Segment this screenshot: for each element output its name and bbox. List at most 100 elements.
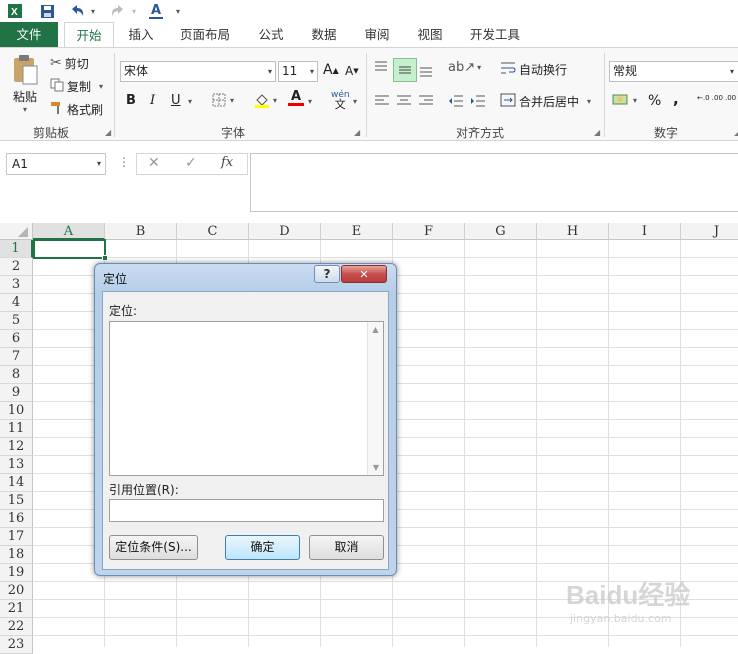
copy-button[interactable]: 复制 ▾	[50, 77, 103, 95]
row-header[interactable]: 14	[0, 474, 33, 492]
accounting-format-button[interactable]: ▾	[612, 92, 637, 108]
bold-button[interactable]: B	[126, 93, 136, 108]
column-header[interactable]: E	[321, 223, 393, 240]
font-color-quick-icon[interactable]: A	[146, 2, 166, 20]
number-format-combo[interactable]: 常规 ▾	[609, 61, 738, 82]
row-header[interactable]: 7	[0, 348, 33, 366]
increase-indent-button[interactable]	[470, 94, 486, 108]
undo-dropdown-icon[interactable]: ▾	[89, 2, 97, 20]
tab-developer[interactable]: 开发工具	[462, 22, 528, 47]
font-size-combo[interactable]: 11 ▾	[278, 61, 318, 82]
tab-page-layout[interactable]: 页面布局	[170, 22, 240, 47]
scroll-down-icon[interactable]: ▼	[368, 463, 384, 472]
tab-data[interactable]: 数据	[301, 22, 347, 47]
align-middle-button[interactable]	[393, 58, 417, 82]
wrap-text-button[interactable]: 自动换行	[500, 61, 567, 78]
clipboard-launcher-icon[interactable]: ◢	[105, 128, 111, 137]
merge-center-button[interactable]: 合并后居中 ▾	[500, 93, 591, 110]
column-header[interactable]: I	[609, 223, 681, 240]
enter-entry-button[interactable]: ✓	[185, 155, 197, 171]
merge-dropdown-icon[interactable]: ▾	[587, 97, 591, 106]
paste-button[interactable]: 粘贴 ▾	[8, 54, 42, 120]
close-button[interactable]: ✕	[341, 265, 387, 283]
special-button[interactable]: 定位条件(S)...	[109, 535, 198, 560]
align-bottom-button[interactable]	[418, 62, 434, 78]
align-top-button[interactable]	[373, 60, 389, 76]
format-painter-button[interactable]: 格式刷	[50, 100, 103, 118]
row-header[interactable]: 11	[0, 420, 33, 438]
row-header[interactable]: 5	[0, 312, 33, 330]
tab-view[interactable]: 视图	[407, 22, 453, 47]
shrink-font-button[interactable]: A ▼	[345, 64, 359, 78]
formula-bar-menu-icon[interactable]: ⋮	[118, 155, 130, 169]
row-header[interactable]: 19	[0, 564, 33, 582]
cancel-entry-button[interactable]: ✕	[148, 155, 160, 171]
row-header[interactable]: 21	[0, 600, 33, 618]
tab-review[interactable]: 审阅	[354, 22, 400, 47]
list-scrollbar[interactable]: ▲ ▼	[367, 322, 383, 475]
grow-font-button[interactable]: A ▲	[323, 62, 339, 78]
row-header[interactable]: 20	[0, 582, 33, 600]
decrease-indent-button[interactable]	[448, 94, 464, 108]
column-header[interactable]: D	[249, 223, 321, 240]
underline-dropdown-icon[interactable]: ▾	[188, 97, 192, 106]
orientation-button[interactable]: ab↗ ▾	[448, 60, 481, 75]
align-center-button[interactable]	[396, 94, 412, 108]
alignment-launcher-icon[interactable]: ◢	[594, 128, 600, 137]
undo-icon[interactable]	[66, 2, 88, 20]
row-header[interactable]: 23	[0, 636, 33, 654]
redo-icon[interactable]	[107, 2, 129, 20]
number-launcher-icon[interactable]: ◢	[734, 128, 738, 137]
row-header[interactable]: 2	[0, 258, 33, 276]
tab-home[interactable]: 开始	[64, 22, 114, 49]
save-icon[interactable]	[38, 2, 56, 20]
ok-button[interactable]: 确定	[225, 535, 300, 560]
font-launcher-icon[interactable]: ◢	[354, 128, 360, 137]
row-header[interactable]: 15	[0, 492, 33, 510]
phonetic-dropdown-icon[interactable]: ▾	[353, 97, 357, 106]
column-header[interactable]: F	[393, 223, 465, 240]
row-header[interactable]: 17	[0, 528, 33, 546]
row-header[interactable]: 3	[0, 276, 33, 294]
column-header[interactable]: H	[537, 223, 609, 240]
font-color-dropdown-icon[interactable]: ▾	[308, 97, 312, 106]
increase-decimal-button[interactable]: ←.0 .00	[697, 94, 723, 102]
tab-formulas[interactable]: 公式	[248, 22, 294, 47]
paste-dropdown-icon[interactable]: ▾	[23, 105, 27, 114]
column-header[interactable]: B	[105, 223, 177, 240]
align-left-button[interactable]	[374, 94, 390, 108]
row-header[interactable]: 16	[0, 510, 33, 528]
row-header[interactable]: 4	[0, 294, 33, 312]
help-button[interactable]: ?	[314, 265, 340, 283]
underline-button[interactable]: U	[171, 93, 181, 108]
name-box[interactable]: A1 ▾	[6, 153, 106, 175]
select-all-corner[interactable]	[0, 223, 33, 240]
customize-quick-access-icon[interactable]: ▾	[173, 2, 183, 20]
italic-button[interactable]: I	[150, 93, 155, 108]
row-header[interactable]: 22	[0, 618, 33, 636]
font-color-button[interactable]: A	[288, 90, 304, 106]
column-header[interactable]: G	[465, 223, 537, 240]
font-name-combo[interactable]: 宋体 ▾	[120, 61, 276, 82]
row-header[interactable]: 18	[0, 546, 33, 564]
goto-list[interactable]: ▲ ▼	[109, 321, 384, 476]
column-header[interactable]: A	[33, 223, 105, 240]
tab-file[interactable]: 文件	[0, 22, 58, 47]
cancel-button[interactable]: 取消	[309, 535, 384, 560]
align-right-button[interactable]	[418, 94, 434, 108]
column-header[interactable]: C	[177, 223, 249, 240]
reference-input[interactable]	[109, 499, 384, 522]
phonetic-button[interactable]: wén 文	[331, 90, 350, 110]
selected-cell[interactable]	[33, 239, 106, 259]
decrease-decimal-button[interactable]: .00 →.0	[725, 94, 738, 102]
scroll-up-icon[interactable]: ▲	[368, 325, 383, 334]
insert-function-button[interactable]: fx	[221, 155, 233, 170]
row-header[interactable]: 12	[0, 438, 33, 456]
fill-color-button[interactable]: ▾	[254, 92, 277, 108]
row-header[interactable]: 10	[0, 402, 33, 420]
row-header[interactable]: 1	[0, 240, 33, 258]
row-header[interactable]: 6	[0, 330, 33, 348]
formula-input[interactable]	[250, 153, 738, 212]
comma-style-button[interactable]: ,	[673, 90, 679, 108]
row-header[interactable]: 8	[0, 366, 33, 384]
